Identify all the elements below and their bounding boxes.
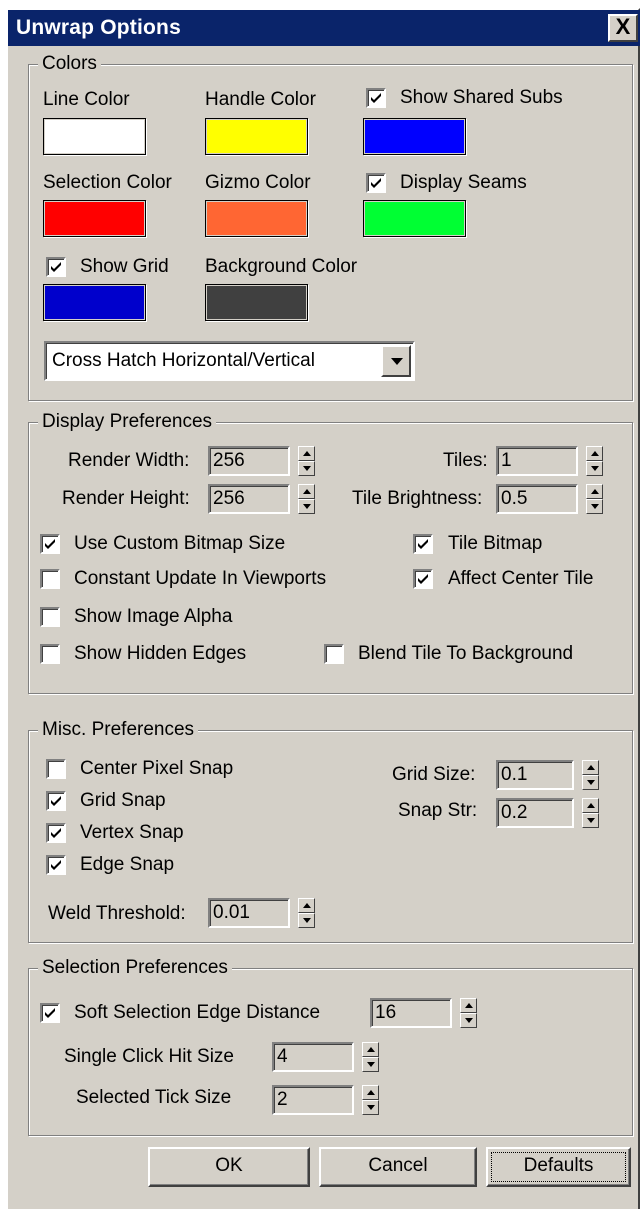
ok-button[interactable]: OK: [148, 1147, 310, 1187]
edge-snap-label: Edge Snap: [80, 854, 175, 875]
ok-button-label: OK: [215, 1155, 243, 1176]
render-width-input[interactable]: 256: [208, 446, 290, 476]
center-pixel-snap-label: Center Pixel Snap: [80, 758, 234, 779]
checkmark-icon: [418, 574, 428, 584]
edge-snap-checkbox[interactable]: [46, 855, 66, 875]
tiles-spinner[interactable]: [586, 446, 603, 476]
render-height-label: Render Height:: [62, 488, 190, 509]
line-color-label: Line Color: [43, 89, 130, 110]
render-height-spinner[interactable]: [298, 484, 315, 514]
gizmo-color-label: Gizmo Color: [205, 172, 311, 193]
vertex-snap-checkbox[interactable]: [46, 823, 66, 843]
show-hidden-edges-checkbox[interactable]: [40, 644, 60, 664]
checkmark-icon: [45, 1008, 55, 1018]
blend-tile-checkbox[interactable]: [324, 644, 344, 664]
soft-selection-spinner[interactable]: [460, 998, 477, 1028]
dialog-title: Unwrap Options: [16, 16, 181, 39]
checkmark-icon: [418, 539, 428, 549]
tile-brightness-spinner[interactable]: [586, 484, 603, 514]
checkmark-icon: [45, 539, 55, 549]
tiles-label: Tiles:: [443, 450, 488, 471]
selection-color-swatch[interactable]: [43, 200, 146, 237]
snap-str-label: Snap Str:: [398, 800, 478, 821]
constant-update-label: Constant Update In Viewports: [74, 568, 327, 589]
selection-preferences-legend: Selection Preferences: [38, 957, 232, 979]
tiles-input[interactable]: 1: [496, 446, 578, 476]
show-hidden-edges-label: Show Hidden Edges: [74, 643, 247, 664]
center-pixel-snap-checkbox[interactable]: [46, 759, 66, 779]
show-grid-checkbox[interactable]: [46, 257, 66, 277]
gizmo-color-swatch[interactable]: [205, 200, 308, 237]
display-seams-checkbox[interactable]: [366, 173, 386, 193]
selected-tick-size-input[interactable]: 2: [272, 1085, 354, 1115]
use-custom-bitmap-size-checkbox[interactable]: [40, 534, 60, 554]
seams-color-swatch[interactable]: [363, 200, 466, 237]
line-color-swatch[interactable]: [43, 118, 146, 155]
render-width-spinner[interactable]: [298, 446, 315, 476]
defaults-button[interactable]: Defaults: [486, 1147, 631, 1187]
selected-tick-size-label: Selected Tick Size: [76, 1087, 232, 1108]
fill-mode-dropdown[interactable]: Cross Hatch Horizontal/Vertical: [44, 341, 415, 381]
checkmark-icon: [51, 828, 61, 838]
weld-threshold-label: Weld Threshold:: [48, 903, 186, 924]
checkmark-icon: [371, 93, 381, 103]
fill-mode-value: Cross Hatch Horizontal/Vertical: [52, 350, 315, 371]
shared-subs-color-swatch[interactable]: [363, 118, 466, 155]
blend-tile-label: Blend Tile To Background: [358, 643, 574, 664]
defaults-button-label: Defaults: [523, 1155, 594, 1176]
soft-selection-label: Soft Selection Edge Distance: [74, 1002, 321, 1023]
tile-bitmap-label: Tile Bitmap: [448, 533, 543, 554]
show-grid-label: Show Grid: [80, 256, 169, 277]
close-icon: X: [615, 14, 631, 39]
display-seams-label: Display Seams: [400, 172, 527, 193]
checkmark-icon: [51, 860, 61, 870]
tile-bitmap-checkbox[interactable]: [413, 534, 433, 554]
use-custom-bitmap-size-label: Use Custom Bitmap Size: [74, 533, 286, 554]
cancel-button-label: Cancel: [368, 1155, 428, 1176]
single-click-hit-size-input[interactable]: 4: [272, 1042, 354, 1072]
soft-selection-input[interactable]: 16: [370, 998, 452, 1028]
chevron-down-icon[interactable]: [381, 345, 411, 377]
misc-preferences-legend: Misc. Preferences: [38, 719, 199, 741]
show-shared-subs-label: Show Shared Subs: [400, 87, 563, 108]
grid-size-spinner[interactable]: [582, 760, 599, 790]
weld-threshold-input[interactable]: 0.01: [208, 898, 290, 928]
render-height-input[interactable]: 256: [208, 484, 290, 514]
show-shared-subs-checkbox[interactable]: [366, 88, 386, 108]
checkmark-icon: [51, 796, 61, 806]
render-width-label: Render Width:: [68, 450, 190, 471]
handle-color-swatch[interactable]: [205, 118, 308, 155]
affect-center-tile-checkbox[interactable]: [413, 569, 433, 589]
colors-legend: Colors: [38, 53, 101, 75]
constant-update-checkbox[interactable]: [40, 569, 60, 589]
single-click-hit-size-spinner[interactable]: [362, 1042, 379, 1072]
tile-brightness-input[interactable]: 0.5: [496, 484, 578, 514]
cancel-button[interactable]: Cancel: [319, 1147, 477, 1187]
show-image-alpha-checkbox[interactable]: [40, 607, 60, 627]
selection-color-label: Selection Color: [43, 172, 172, 193]
handle-color-label: Handle Color: [205, 89, 316, 110]
background-color-swatch[interactable]: [205, 284, 308, 321]
affect-center-tile-label: Affect Center Tile: [448, 568, 594, 589]
close-button[interactable]: X: [608, 14, 638, 42]
display-preferences-legend: Display Preferences: [38, 411, 217, 433]
checkmark-icon: [371, 178, 381, 188]
single-click-hit-size-label: Single Click Hit Size: [64, 1046, 234, 1067]
selected-tick-size-spinner[interactable]: [362, 1085, 379, 1115]
weld-threshold-spinner[interactable]: [298, 898, 315, 928]
show-image-alpha-label: Show Image Alpha: [74, 606, 233, 627]
soft-selection-checkbox[interactable]: [40, 1003, 60, 1023]
checkmark-icon: [51, 262, 61, 272]
grid-color-swatch[interactable]: [43, 284, 146, 321]
grid-size-label: Grid Size:: [392, 764, 476, 785]
background-color-label: Background Color: [205, 256, 358, 277]
grid-size-input[interactable]: 0.1: [496, 760, 574, 790]
vertex-snap-label: Vertex Snap: [80, 822, 184, 843]
grid-snap-label: Grid Snap: [80, 790, 166, 811]
grid-snap-checkbox[interactable]: [46, 791, 66, 811]
snap-str-input[interactable]: 0.2: [496, 798, 574, 828]
snap-str-spinner[interactable]: [582, 798, 599, 828]
tile-brightness-label: Tile Brightness:: [352, 488, 483, 509]
